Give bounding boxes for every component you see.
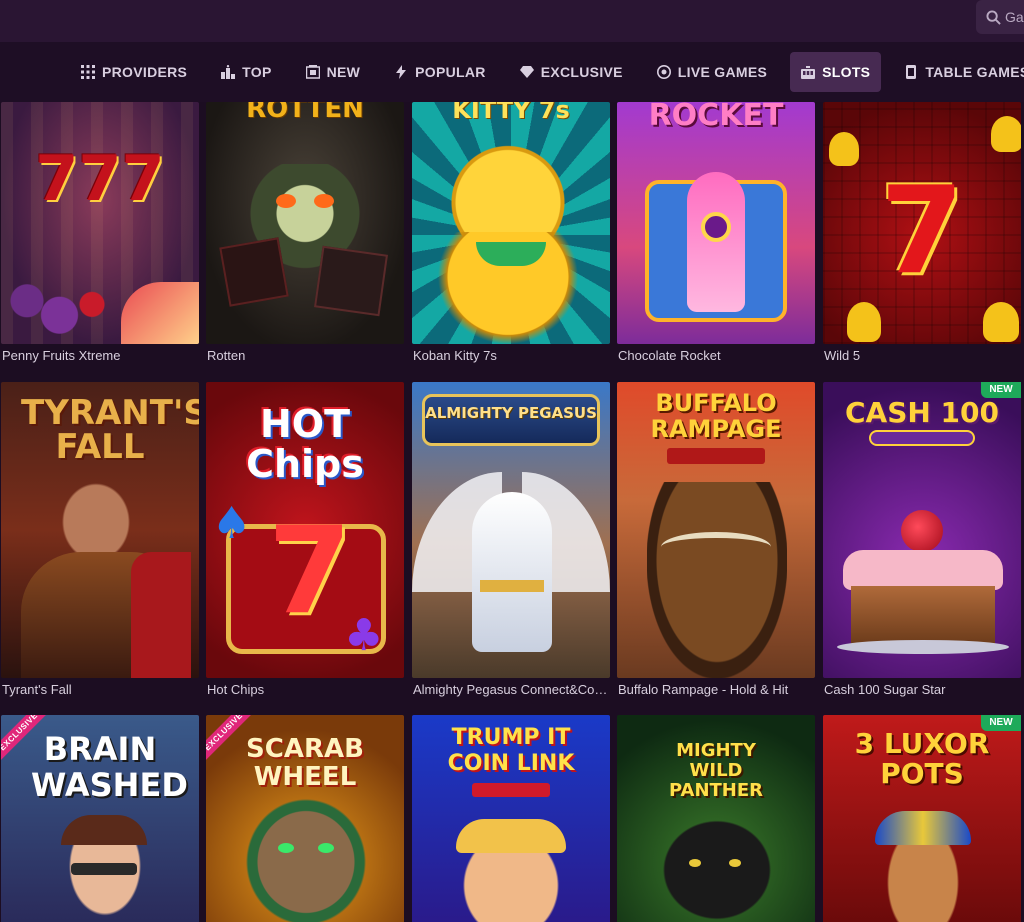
chip-icon [656,65,671,79]
game-thumbnail[interactable]: TRUMP IT COIN LINK [412,715,610,922]
game-thumbnail[interactable]: ROCKET [617,102,815,344]
game-card[interactable]: 7 Wild 5 [823,102,1021,368]
badge-new: NEW [981,382,1021,398]
game-card[interactable]: MIGHTY WILD PANTHER [617,715,815,922]
game-logo: 7 [880,162,964,301]
search-box[interactable] [976,0,1024,34]
game-logo: ROCKET [648,102,784,133]
category-nav: PROVIDERS TOP NEW POPULAR EXCLUSIVE LIVE… [0,42,1024,102]
nav-label: POPULAR [415,64,486,80]
game-card[interactable]: ALMIGHTY PEGASUS Almighty Pegasus Connec… [412,382,610,702]
game-card[interactable]: ROTTEN Rotten [206,102,404,368]
game-logo: SCARAB WHEEL [246,734,364,792]
search-input[interactable] [1005,9,1024,25]
nav-label: EXCLUSIVE [540,64,623,80]
game-card[interactable]: 777 Penny Fruits Xtreme [1,102,199,368]
cards-icon [906,65,917,79]
nav-label: TOP [242,64,272,80]
game-card[interactable]: CASH 100 NEW Cash 100 Sugar Star [823,382,1021,702]
nav-label: PROVIDERS [102,64,188,80]
game-card[interactable]: KITTY 7s Koban Kitty 7s [412,102,610,368]
game-card[interactable]: BRAIN WASHED EXCLUSIVE [1,715,199,922]
badge-new: NEW [981,715,1021,731]
game-thumbnail[interactable]: KITTY 7s [412,102,610,344]
game-card[interactable]: TRUMP IT COIN LINK [412,715,610,922]
game-logo: 3 LUXOR POTS [854,727,990,790]
new-icon [305,65,320,79]
game-thumbnail[interactable]: TYRANT'S FALL [1,382,199,678]
grid-icon [81,65,95,79]
game-card[interactable]: SCARAB WHEEL EXCLUSIVE [206,715,404,922]
game-card[interactable]: ROCKET Chocolate Rocket [617,102,815,368]
game-title: Cash 100 Sugar Star [824,682,946,697]
game-title: Hot Chips [207,682,265,697]
game-logo: ALMIGHTY PEGASUS [425,404,597,422]
nav-label: LIVE GAMES [677,64,768,80]
podium-icon [221,65,236,79]
game-title: Rotten [207,348,246,363]
game-thumbnail[interactable]: ROTTEN [206,102,404,344]
game-card[interactable]: 3 LUXOR POTS NEW [823,715,1021,922]
bolt-icon [396,65,407,79]
game-logo: CASH 100 [844,396,999,429]
nav-slots[interactable]: SLOTS [790,52,882,92]
nav-live-games[interactable]: LIVE GAMES [646,52,778,92]
game-thumbnail[interactable]: BUFFALO RAMPAGE [617,382,815,678]
nav-table-games[interactable]: TABLE GAMES [893,52,1024,92]
game-thumbnail[interactable]: 777 [1,102,199,344]
game-logo: TRUMP IT COIN LINK [447,725,575,776]
nav-providers[interactable]: PROVIDERS [70,52,198,92]
nav-top[interactable]: TOP [210,52,282,92]
slot-machine-icon [801,66,816,79]
nav-exclusive[interactable]: EXCLUSIVE [509,52,634,92]
nav-new[interactable]: NEW [295,52,372,92]
game-thumbnail[interactable]: 7 [823,102,1021,344]
game-card[interactable]: HOT Chips 7 ♠ ♣ Hot Chips [206,382,404,702]
game-card[interactable]: BUFFALO RAMPAGE Buffalo Rampage - Hold &… [617,382,815,702]
game-title: Penny Fruits Xtreme [2,348,121,363]
game-title: Buffalo Rampage - Hold & Hit [618,682,789,697]
game-thumbnail[interactable]: 3 LUXOR POTS [823,715,1021,922]
game-logo: KITTY 7s [452,102,570,124]
game-thumbnail[interactable]: CASH 100 [823,382,1021,678]
nav-label: TABLE GAMES [925,64,1024,80]
search-icon [986,9,1001,25]
game-logo: BRAIN WASHED [31,730,188,804]
game-logo: MIGHTY WILD PANTHER [668,740,764,801]
game-thumbnail[interactable]: HOT Chips 7 ♠ ♣ [206,382,404,678]
game-logo: HOT Chips [246,402,364,486]
game-thumbnail[interactable]: SCARAB WHEEL EXCLUSIVE [206,715,404,922]
game-title: Tyrant's Fall [2,682,72,697]
game-logo: ROTTEN [246,102,364,124]
nav-popular[interactable]: POPULAR [383,52,497,92]
top-bar [0,0,1024,42]
game-title: Almighty Pegasus Connect&Collect [413,682,610,697]
game-card[interactable]: TYRANT'S FALL Tyrant's Fall [1,382,199,702]
game-logo: BUFFALO RAMPAGE [650,389,782,443]
nav-label: NEW [326,64,361,80]
game-logo: 777 [35,142,165,215]
game-title: Chocolate Rocket [618,348,721,363]
game-logo: TYRANT'S FALL [21,393,199,467]
game-title: Wild 5 [824,348,861,363]
game-thumbnail[interactable]: MIGHTY WILD PANTHER [617,715,815,922]
game-title: Koban Kitty 7s [413,348,497,363]
game-grid: 777 Penny Fruits Xtreme ROTTEN Rotten KI… [0,102,1024,922]
diamond-icon [519,66,534,78]
nav-label: SLOTS [822,64,871,80]
game-thumbnail[interactable]: ALMIGHTY PEGASUS [412,382,610,678]
game-thumbnail[interactable]: BRAIN WASHED EXCLUSIVE [1,715,199,922]
